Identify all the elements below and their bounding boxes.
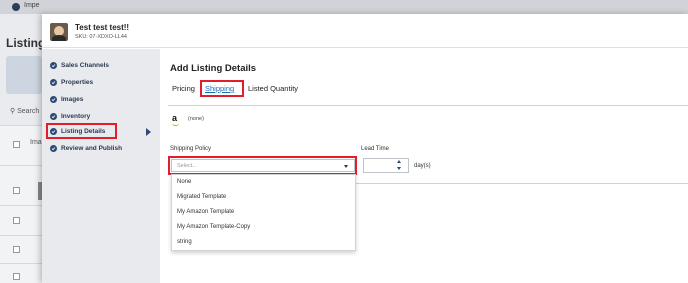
- section-divider: [356, 183, 688, 184]
- lead-time-input[interactable]: [363, 158, 409, 173]
- dropdown-option-my-amazon-template-copy[interactable]: My Amazon Template-Copy: [177, 224, 250, 230]
- background-page-title: Listing: [6, 36, 46, 50]
- modal-header: Test test test!! SKU: 07-XDXO-LL44: [42, 14, 688, 48]
- sidebar-item-label: Review and Publish: [61, 144, 123, 152]
- sidebar-item-label: Properties: [61, 78, 94, 86]
- amazon-icon: a: [172, 113, 180, 126]
- channel-value: (none): [188, 116, 204, 122]
- table-checkbox[interactable]: [13, 141, 20, 148]
- sidebar-item-label: Inventory: [61, 112, 91, 120]
- background-card: [6, 56, 42, 94]
- sidebar-item-inventory[interactable]: Inventory: [50, 110, 90, 122]
- shipping-policy-label: Shipping Policy: [170, 146, 212, 152]
- tab-pricing[interactable]: Pricing: [172, 84, 195, 93]
- section-title: Add Listing Details: [170, 63, 257, 74]
- table-row-divider: [0, 235, 42, 236]
- listing-modal: Test test test!! SKU: 07-XDXO-LL44 Sales…: [42, 14, 688, 283]
- sidebar-item-label: Images: [61, 95, 84, 103]
- item-thumbnail: [50, 23, 68, 41]
- search-icon: ⚲: [10, 108, 16, 115]
- table-row-divider: [0, 205, 42, 206]
- sidebar-item-properties[interactable]: Properties: [50, 76, 93, 88]
- dropdown-option-none[interactable]: None: [177, 179, 191, 185]
- background-topbar-text: Impe: [24, 2, 40, 9]
- spin-up-icon[interactable]: [397, 160, 401, 163]
- check-circle-icon: [50, 61, 57, 69]
- dropdown-option-migrated-template[interactable]: Migrated Template: [177, 194, 226, 200]
- lead-time-unit: day(s): [414, 163, 431, 169]
- sidebar-item-images[interactable]: Images: [50, 93, 83, 105]
- item-sku: SKU: 07-XDXO-LL44: [75, 34, 127, 40]
- lead-time-label: Lead Time: [361, 146, 390, 152]
- sidebar-item-review-and-publish[interactable]: Review and Publish: [50, 142, 122, 154]
- tabs-divider: [168, 105, 688, 106]
- highlight-box-select: [168, 156, 357, 175]
- background-table: [0, 125, 42, 283]
- background-search: ⚲ Search: [10, 107, 39, 115]
- wizard-sidebar: Sales Channels Properties Images Invento…: [42, 49, 160, 283]
- table-row-divider: [0, 125, 42, 126]
- background-topbar: Impe: [0, 0, 688, 14]
- table-row-divider: [0, 165, 42, 166]
- table-checkbox[interactable]: [13, 246, 20, 253]
- table-checkbox[interactable]: [13, 187, 20, 194]
- main-panel: Add Listing Details Pricing Shipping Lis…: [160, 49, 688, 283]
- spin-down-icon[interactable]: [397, 167, 401, 170]
- shipping-policy-dropdown: None Migrated Template My Amazon Templat…: [171, 174, 356, 251]
- check-circle-icon: [50, 144, 57, 152]
- check-circle-icon: [50, 112, 57, 120]
- highlight-box-sidebar: [46, 123, 117, 139]
- sidebar-item-sales-channels[interactable]: Sales Channels: [50, 59, 109, 71]
- sidebar-item-label: Sales Channels: [61, 61, 110, 69]
- tab-listed-quantity[interactable]: Listed Quantity: [248, 84, 298, 93]
- caret-right-icon: [146, 128, 151, 136]
- table-row-divider: [0, 263, 42, 264]
- info-icon: [12, 3, 20, 11]
- check-circle-icon: [50, 95, 57, 103]
- dropdown-option-string[interactable]: string: [177, 239, 192, 245]
- background-column-header: Ima: [30, 139, 42, 146]
- item-title: Test test test!!: [75, 23, 130, 32]
- check-circle-icon: [50, 78, 57, 86]
- table-checkbox[interactable]: [13, 217, 20, 224]
- highlight-box-tab: [200, 80, 244, 97]
- background-search-text: Search: [17, 108, 40, 115]
- table-checkbox[interactable]: [13, 273, 20, 280]
- dropdown-option-my-amazon-template[interactable]: My Amazon Template: [177, 209, 234, 215]
